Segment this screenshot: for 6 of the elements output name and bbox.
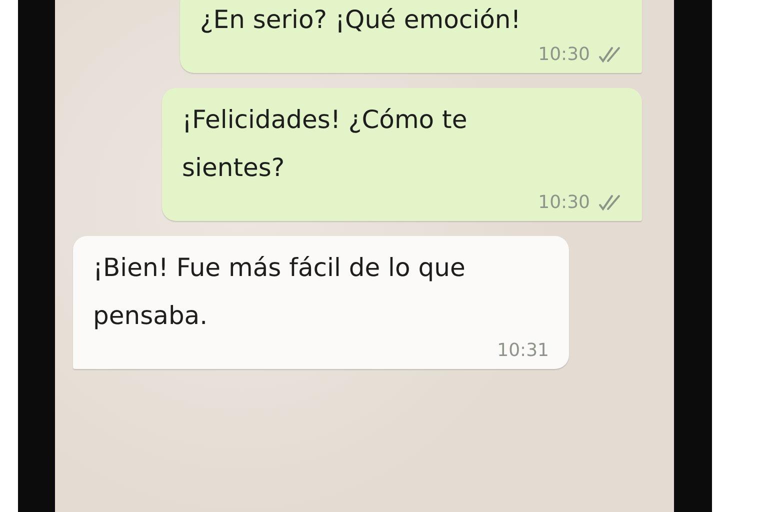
message-text: ¡Felicidades! ¿Cómo te sientes? <box>182 104 468 184</box>
message-time: 10:30 <box>538 44 590 65</box>
message-time: 10:30 <box>538 192 590 213</box>
message-time: 10:31 <box>497 340 549 361</box>
message-text: ¿En serio? ¡Qué emoción! <box>200 4 522 36</box>
message-text: ¡Bien! Fue más fácil de lo que pensaba. <box>93 252 466 332</box>
